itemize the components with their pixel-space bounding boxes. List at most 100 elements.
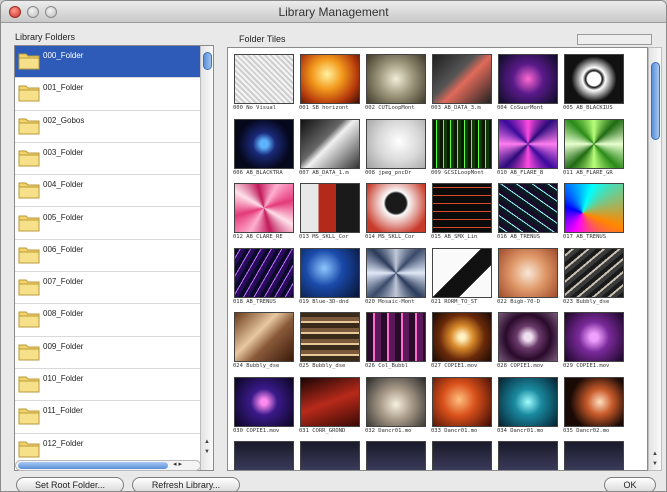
tile-thumbnail-partial[interactable] xyxy=(234,441,294,470)
tile-scroll-down-arrow-icon[interactable]: ▼ xyxy=(652,460,658,468)
set-root-folder-button[interactable]: Set Root Folder... xyxy=(16,477,124,491)
tile-caption: 015 AB_SMX_Lin xyxy=(431,234,478,240)
media-tile[interactable]: 028 COPIE1.mov xyxy=(496,310,560,372)
tile-caption: 012 AB_CLARE_RE xyxy=(233,234,283,240)
tile-grid-scrollbar[interactable]: ▲ ▼ xyxy=(648,47,662,471)
scroll-up-arrow-icon[interactable]: ▲ xyxy=(204,438,210,446)
tile-thumbnail xyxy=(366,118,426,169)
folder-name: 000_Folder xyxy=(43,51,84,60)
tile-thumbnail xyxy=(564,376,624,427)
horizontal-scroll-arrows-icon[interactable]: ◂ ▸ xyxy=(173,460,182,468)
media-tile[interactable]: 015 AB_SMX_Lin xyxy=(430,181,494,243)
tile-thumbnail xyxy=(432,118,492,169)
media-tile[interactable]: 014 MS_SKLL_Cor xyxy=(364,181,428,243)
tile-caption: 025 Bubbly_dse xyxy=(299,363,346,369)
ok-button[interactable]: OK xyxy=(604,477,656,491)
media-tile[interactable]: 000 No Visual xyxy=(232,52,296,114)
media-tile[interactable]: 025 Bubbly_dse xyxy=(298,310,362,372)
tile-caption: 011 AB_FLARE_GR xyxy=(563,169,613,176)
folder-row[interactable]: 001_Folder xyxy=(15,78,201,111)
folder-list: 000_Folder 001_Folder 002_Gobos 003_Folder 0… xyxy=(14,45,214,471)
media-tile[interactable]: 010 AB_FLARE_B xyxy=(496,117,560,179)
folder-row[interactable]: 007_Folder xyxy=(15,272,201,305)
media-tile[interactable]: 031 CORR_GROND xyxy=(298,375,362,437)
tile-caption: 019 Blue-3D-dnd xyxy=(299,298,349,305)
media-tile[interactable]: 024 Bubbly_dse xyxy=(232,310,296,372)
tile-caption: 023 Bubbly_dse xyxy=(563,298,610,305)
folder-row[interactable]: 003_Folder xyxy=(15,142,201,176)
folder-row[interactable]: 009_Folder xyxy=(15,336,201,369)
folder-row[interactable]: 011_Folder xyxy=(15,401,201,434)
folder-row[interactable]: 010_Folder xyxy=(15,369,201,402)
media-tile[interactable]: 012 AB_CLARE_RE xyxy=(232,181,296,243)
media-tile[interactable]: 013 MS_SKLL_Cor xyxy=(298,181,362,243)
media-tile[interactable]: 033 Dancr01.mo xyxy=(430,375,494,437)
media-tile[interactable]: 035 Dancr02.mo xyxy=(562,375,626,437)
media-tile[interactable]: 027 COPIE1.mov xyxy=(430,310,494,372)
media-tile[interactable]: 021 RORM_TO_ST xyxy=(430,246,494,308)
media-tile[interactable]: 009 GCSILoopMont xyxy=(430,117,494,179)
media-tile[interactable]: 008 jpeg_pncDr xyxy=(364,117,428,179)
folder-list-scrollbar[interactable]: ▲ ▼ xyxy=(200,46,213,470)
tile-caption: 003 AB_DATA_3.m xyxy=(431,105,481,111)
tile-thumbnail xyxy=(300,312,360,362)
folder-row[interactable]: 006_Folder xyxy=(15,239,201,273)
tile-thumbnail xyxy=(300,118,360,169)
media-tile[interactable]: 029 COPIE1.mov xyxy=(562,310,626,372)
tile-thumbnail xyxy=(300,376,360,427)
media-tile[interactable]: 018 AB_TRENUS xyxy=(232,246,296,308)
refresh-library-button[interactable]: Refresh Library... xyxy=(132,477,240,491)
media-tile[interactable]: 016 AB_TRENUS xyxy=(496,181,560,243)
tile-thumbnail-partial[interactable] xyxy=(300,441,360,470)
tile-thumbnail xyxy=(366,376,426,427)
media-tile[interactable]: 011 AB_FLARE_GR xyxy=(562,117,626,179)
tile-caption: 006 AB_BLACKTRA xyxy=(233,169,283,176)
media-tile[interactable]: 005 AB_BLACKIUS xyxy=(562,52,626,114)
media-tile[interactable]: 001 SB horizont xyxy=(298,52,362,114)
tile-scroll-up-arrow-icon[interactable]: ▲ xyxy=(652,450,658,458)
folder-icon xyxy=(18,85,40,102)
tile-grid-scroll-thumb[interactable] xyxy=(651,62,660,140)
folder-name: 009_Folder xyxy=(43,341,84,351)
folder-row[interactable]: 004_Folder xyxy=(15,175,201,208)
tile-thumbnail-partial[interactable] xyxy=(498,441,558,470)
tile-thumbnail-partial[interactable] xyxy=(564,441,624,470)
tile-thumbnail xyxy=(234,376,294,427)
tile-thumbnail-partial[interactable] xyxy=(366,441,426,470)
tile-thumbnail xyxy=(300,54,360,104)
tile-caption: 010 AB_FLARE_B xyxy=(497,169,544,176)
tile-thumbnail xyxy=(432,183,492,233)
media-tile[interactable]: 007 AB_DATA_1.m xyxy=(298,117,362,179)
tile-thumbnail xyxy=(366,54,426,104)
tile-thumbnail-partial[interactable] xyxy=(432,441,492,470)
horizontal-scroll-thumb[interactable] xyxy=(18,462,168,469)
media-tile[interactable]: 002 CUTLoopMont xyxy=(364,52,428,114)
tile-caption: 024 Bubbly_dse xyxy=(233,363,280,369)
folder-row[interactable]: 000_Folder xyxy=(15,46,201,79)
tile-caption: 002 CUTLoopMont xyxy=(365,105,415,111)
media-tile[interactable]: 006 AB_BLACKTRA xyxy=(232,117,296,179)
folder-name: 004_Folder xyxy=(43,180,84,190)
folder-icon xyxy=(18,247,40,264)
folder-row[interactable]: 005_Folder xyxy=(15,207,201,240)
media-tile[interactable]: 023 Bubbly_dse xyxy=(562,246,626,308)
tile-thumbnail xyxy=(498,247,558,298)
media-tile[interactable]: 020 Mosaic-Mont xyxy=(364,246,428,308)
media-tile[interactable]: 032 Dancr01.mo xyxy=(364,375,428,437)
tile-filter-field[interactable] xyxy=(577,34,652,45)
scroll-down-arrow-icon[interactable]: ▼ xyxy=(204,448,210,456)
folder-icon xyxy=(18,408,40,425)
media-tile[interactable]: 003 AB_DATA_3.m xyxy=(430,52,494,114)
tile-thumbnail xyxy=(432,54,492,104)
media-tile[interactable]: 004 CoSuurMont xyxy=(496,52,560,114)
media-tile[interactable]: 017 AB_TRENUS xyxy=(562,181,626,243)
media-tile[interactable]: 030 COPIE1.mov xyxy=(232,375,296,437)
media-tile[interactable]: 022 Bigb-70-D xyxy=(496,246,560,308)
media-tile[interactable]: 026 Col_Bubbl xyxy=(364,310,428,372)
folder-row[interactable]: 008_Folder xyxy=(15,304,201,337)
media-tile[interactable]: 019 Blue-3D-dnd xyxy=(298,246,362,308)
folder-list-scroll-thumb[interactable] xyxy=(203,52,212,70)
tile-thumbnail xyxy=(432,376,492,427)
folder-row[interactable]: 002_Gobos xyxy=(15,110,201,143)
media-tile[interactable]: 034 Dancr01.mo xyxy=(496,375,560,437)
